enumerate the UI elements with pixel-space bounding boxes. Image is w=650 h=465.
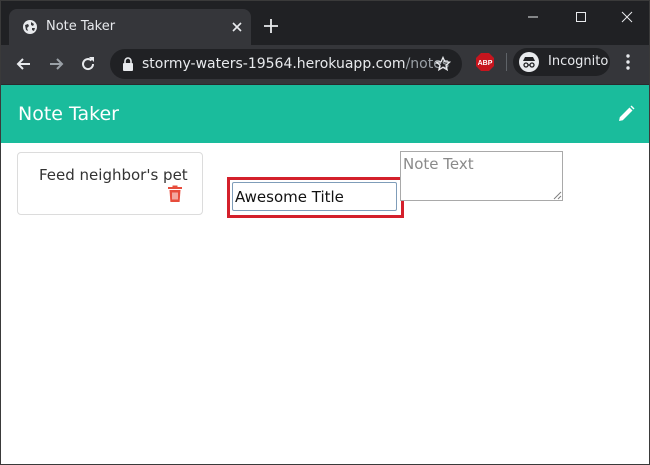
app-title[interactable]: Note Taker [18, 102, 119, 126]
browser-tab[interactable]: Note Taker [9, 9, 251, 45]
tab-title: Note Taker [46, 19, 116, 34]
window-close-icon[interactable] [612, 7, 642, 27]
close-icon[interactable] [230, 20, 244, 34]
app-navbar: Note Taker [1, 85, 649, 143]
back-icon[interactable] [14, 54, 34, 74]
url-text[interactable]: stormy-waters-19564.herokuapp.com/notes [142, 56, 449, 72]
incognito-icon [519, 52, 539, 72]
trash-icon[interactable] [167, 185, 183, 203]
note-title-input[interactable] [232, 182, 397, 211]
maximize-icon[interactable] [566, 7, 596, 27]
incognito-label: Incognito [548, 54, 609, 69]
address-bar[interactable]: stormy-waters-19564.herokuapp.com/notes [110, 49, 462, 79]
adblock-badge-text: ABP [478, 60, 493, 67]
forward-icon[interactable] [46, 54, 66, 74]
resize-handle-icon[interactable] [552, 190, 562, 200]
url-host: stormy-waters-19564.herokuapp.com [142, 56, 406, 72]
toolbar-divider [506, 53, 507, 71]
minimize-icon[interactable] [518, 7, 548, 27]
globe-icon [23, 20, 37, 34]
star-icon[interactable] [435, 56, 451, 72]
lock-icon[interactable] [122, 57, 134, 71]
pencil-icon[interactable] [617, 105, 635, 123]
adblock-extension-icon[interactable]: ABP [475, 52, 495, 72]
note-text-field[interactable] [400, 151, 563, 201]
tab-strip: Note Taker [1, 1, 649, 45]
reload-icon[interactable] [78, 54, 98, 74]
plus-icon[interactable] [263, 18, 279, 34]
kebab-menu-icon[interactable] [620, 53, 636, 71]
browser-window: Note Taker stormy-waters-19564.herokuapp… [0, 0, 650, 465]
incognito-indicator[interactable]: Incognito [513, 48, 610, 76]
note-title[interactable]: Feed neighbor's pet [39, 165, 188, 185]
list-item-note[interactable]: Feed neighbor's pet [17, 152, 203, 215]
